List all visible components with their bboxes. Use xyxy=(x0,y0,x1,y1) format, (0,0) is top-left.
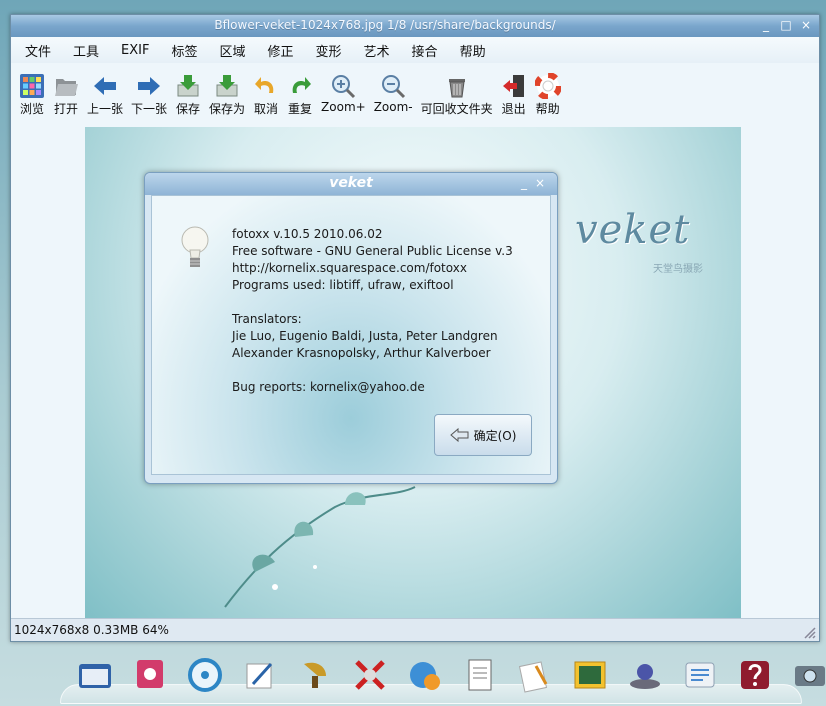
open-folder-icon xyxy=(55,79,78,96)
save-button[interactable]: 保存 xyxy=(175,65,201,117)
website-line: http://kornelix.squarespace.com/fotoxx xyxy=(232,261,467,275)
help-lifebuoy-icon xyxy=(534,73,561,99)
window-titlebar[interactable]: Bflower-veket-1024x768.jpg 1/8 /usr/shar… xyxy=(11,15,819,37)
redo-label: 重复 xyxy=(288,102,313,116)
settings-panel-icon[interactable] xyxy=(681,656,719,694)
open-button[interactable]: 打开 xyxy=(53,65,79,117)
next-button[interactable]: 下一张 xyxy=(131,65,167,117)
help-label: 帮助 xyxy=(535,102,560,116)
menu-tools[interactable]: 工具 xyxy=(73,41,99,60)
previous-button[interactable]: 上一张 xyxy=(87,65,123,117)
window-title: Bflower-veket-1024x768.jpg 1/8 /usr/shar… xyxy=(214,18,556,32)
version-line: fotoxx v.10.5 2010.06.02 xyxy=(232,227,383,241)
vine-decoration xyxy=(224,486,416,608)
dock-bar xyxy=(0,648,826,706)
text-editor-icon[interactable] xyxy=(241,656,279,694)
undo-button[interactable]: 取消 xyxy=(253,65,279,117)
music-player-icon[interactable] xyxy=(296,656,334,694)
save-icon xyxy=(177,75,199,97)
trash-label: 可回收文件夹 xyxy=(420,102,493,116)
zoom-in-icon xyxy=(332,75,356,99)
help-button[interactable]: 帮助 xyxy=(534,65,561,117)
maximize-button[interactable]: □ xyxy=(779,18,793,32)
menu-file[interactable]: 文件 xyxy=(25,41,51,60)
trash-button[interactable]: 可回收文件夹 xyxy=(421,65,493,117)
undo-icon xyxy=(255,77,274,93)
save-as-label: 保存为 xyxy=(209,102,246,116)
menu-exif[interactable]: EXIF xyxy=(121,43,149,58)
exit-button[interactable]: 退出 xyxy=(501,65,527,117)
ok-button[interactable]: 确定(O) xyxy=(434,414,532,456)
about-dialog: veket _ × fotoxx v.10.5 2010.06.02 Free … xyxy=(144,172,558,484)
dialog-minimize-button[interactable]: _ xyxy=(521,176,527,190)
document-viewer-icon[interactable] xyxy=(461,656,499,694)
menu-combine[interactable]: 接合 xyxy=(412,41,438,60)
lightbulb-icon xyxy=(181,226,209,267)
translators-heading: Translators: xyxy=(232,312,302,326)
image-viewer-icon[interactable] xyxy=(571,656,609,694)
menu-transform[interactable]: 变形 xyxy=(316,41,342,60)
save-as-button[interactable]: 保存为 xyxy=(209,65,245,117)
save-as-icon xyxy=(216,75,238,97)
translators-line-1: Jie Luo, Eugenio Baldi, Justa, Peter Lan… xyxy=(232,329,498,343)
save-label: 保存 xyxy=(176,102,201,116)
back-arrow-icon xyxy=(449,427,469,443)
zoom-out-button[interactable]: Zoom- xyxy=(374,65,413,114)
about-text: fotoxx v.10.5 2010.06.02 Free software -… xyxy=(232,226,513,396)
dialog-titlebar[interactable]: veket _ × xyxy=(145,173,557,195)
dialog-close-button[interactable]: × xyxy=(535,176,545,190)
close-button[interactable]: × xyxy=(799,18,813,32)
photo-app-icon[interactable] xyxy=(131,656,169,694)
menu-bar: 文件 工具 EXIF 标签 区域 修正 变形 艺术 接合 帮助 xyxy=(11,37,819,63)
menu-art[interactable]: 艺术 xyxy=(364,41,390,60)
ok-label: 确定(O) xyxy=(473,428,517,443)
menu-help[interactable]: 帮助 xyxy=(460,41,486,60)
zoom-out-icon xyxy=(382,75,406,99)
arrow-left-icon xyxy=(94,77,116,95)
exit-label: 退出 xyxy=(501,102,526,116)
office-writer-icon[interactable] xyxy=(516,656,554,694)
next-label: 下一张 xyxy=(131,102,168,116)
dialog-body: fotoxx v.10.5 2010.06.02 Free software -… xyxy=(151,195,551,475)
web-browser-icon[interactable] xyxy=(406,656,444,694)
menu-tags[interactable]: 标签 xyxy=(171,41,197,60)
status-text: 1024x768x8 0.33MB 64% xyxy=(14,623,169,637)
translators-line-2: Alexander Krasnopolsky, Arthur Kalverboe… xyxy=(232,346,491,360)
exit-icon xyxy=(502,75,524,97)
zoom-in-label: Zoom+ xyxy=(321,100,366,114)
arrow-right-icon xyxy=(138,77,161,95)
status-bar: 1024x768x8 0.33MB 64% xyxy=(11,618,819,641)
license-line: Free software - GNU General Public Licen… xyxy=(232,244,513,258)
help-icon[interactable] xyxy=(736,656,774,694)
veket-logo: veket xyxy=(575,207,691,253)
dialog-title: veket xyxy=(329,175,373,191)
trash-icon xyxy=(448,79,465,98)
menu-retouch[interactable]: 修正 xyxy=(268,41,294,60)
resize-grip-icon[interactable] xyxy=(800,623,816,639)
zoom-out-label: Zoom- xyxy=(373,100,413,114)
undo-label: 取消 xyxy=(254,102,279,116)
media-disc-icon[interactable] xyxy=(186,656,224,694)
toolbar: 浏览 打开 上一张 下一张 保存 保存为 取消 重复 Zoom+ Zoom- 可… xyxy=(11,65,819,121)
network-tool-icon[interactable] xyxy=(351,656,389,694)
bug-reports-line: Bug reports: kornelix@yahoo.de xyxy=(232,380,425,394)
veket-logo-subtitle: 天堂鸟摄影 xyxy=(653,264,703,275)
file-manager-icon[interactable] xyxy=(76,656,114,694)
open-label: 打开 xyxy=(53,102,78,116)
redo-button[interactable]: 重复 xyxy=(287,65,313,117)
redo-icon xyxy=(292,77,312,93)
programs-line: Programs used: libtiff, ufraw, exiftool xyxy=(232,278,454,292)
browse-grid-icon xyxy=(20,74,44,98)
system-monitor-icon[interactable] xyxy=(626,656,664,694)
zoom-in-button[interactable]: Zoom+ xyxy=(321,65,366,114)
menu-area[interactable]: 区域 xyxy=(219,41,245,60)
minimize-button[interactable]: _ xyxy=(759,18,773,32)
browse-button[interactable]: 浏览 xyxy=(19,65,45,117)
previous-label: 上一张 xyxy=(87,102,124,116)
browse-label: 浏览 xyxy=(19,102,44,116)
camera-icon[interactable] xyxy=(791,656,826,694)
